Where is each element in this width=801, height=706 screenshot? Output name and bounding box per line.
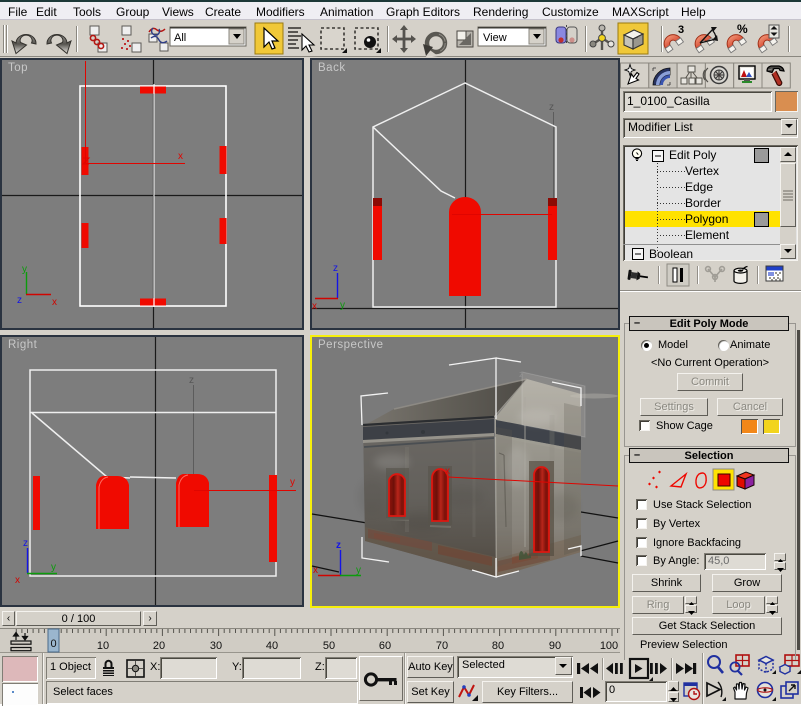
svg-text:Vertex: Vertex [685,164,719,178]
svg-text:x: x [15,575,20,586]
svg-text:60: 60 [379,640,391,652]
svg-text:Boolean: Boolean [649,247,693,261]
svg-text:z: z [336,540,341,551]
svg-text:20: 20 [153,640,165,652]
svg-text:100: 100 [600,640,618,652]
svg-text:View: View [483,32,507,44]
svg-text:z: z [333,263,338,274]
svg-text:x: x [445,466,450,477]
svg-text:Polygon: Polygon [685,212,728,226]
svg-text:z: z [23,538,28,549]
svg-text:z: z [549,102,554,113]
svg-text:3: 3 [678,24,684,36]
svg-text:All: All [174,32,186,44]
svg-text:Edge: Edge [685,180,713,194]
svg-text:Element: Element [685,228,730,242]
svg-text:0: 0 [50,638,56,650]
svg-text:80: 80 [492,640,504,652]
svg-text:y: y [51,562,56,573]
svg-text:z: z [17,295,22,306]
svg-text:z: z [189,375,194,386]
svg-text:50: 50 [323,640,335,652]
svg-text:%: % [737,22,748,36]
svg-text:z: z [519,369,524,379]
svg-text:y: y [340,300,345,311]
svg-text:40: 40 [266,640,278,652]
svg-text:x: x [178,151,183,162]
svg-text:Border: Border [685,196,721,210]
svg-text:Edit Poly: Edit Poly [669,148,716,162]
svg-text:y: y [22,264,27,275]
svg-text:30: 30 [210,640,222,652]
svg-text:x: x [313,565,318,576]
svg-text:x: x [52,297,57,308]
svg-text:x: x [312,301,317,312]
svg-text:y: y [356,565,361,576]
svg-text:10: 10 [97,640,109,652]
svg-text:y: y [290,477,295,488]
svg-text:90: 90 [549,640,561,652]
svg-text:70: 70 [436,640,448,652]
